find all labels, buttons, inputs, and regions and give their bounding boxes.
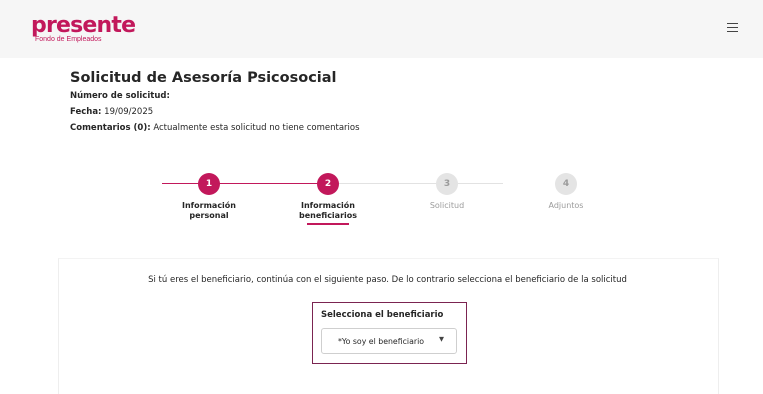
date-row: Fecha: 19/09/2025 — [70, 107, 153, 117]
brand-name: presente — [31, 13, 136, 38]
beneficiary-select-label: Selecciona el beneficiario — [321, 310, 444, 320]
page-title: Solicitud de Asesoría Psicosocial — [70, 70, 337, 86]
request-number-label: Número de solicitud: — [70, 91, 170, 101]
step-4-circle: 4 — [555, 173, 577, 195]
step-beneficiaries-info[interactable]: 2 Información beneficiarios — [268, 173, 388, 225]
brand-logo[interactable]: presente Fondo de Empleados — [31, 13, 136, 44]
comments-row: Comentarios (0): Actualmente esta solici… — [70, 123, 360, 133]
top-header: presente Fondo de Empleados — [0, 0, 763, 58]
step-1-circle: 1 — [198, 173, 220, 195]
date-label: Fecha: — [70, 107, 102, 117]
comments-value: Actualmente esta solicitud no tiene come… — [153, 123, 360, 133]
beneficiary-select[interactable]: *Yo soy el beneficiario ▼ — [321, 328, 457, 354]
beneficiary-select-value: *Yo soy el beneficiario — [338, 337, 425, 346]
step-request[interactable]: 3 Solicitud — [387, 173, 507, 211]
current-step-underline — [307, 223, 349, 225]
caret-down-icon: ▼ — [439, 335, 444, 343]
step-2-circle: 2 — [317, 173, 339, 195]
step-4-label: Adjuntos — [548, 201, 584, 210]
step-1-label: Información personal — [149, 201, 269, 221]
step-personal-info[interactable]: 1 Información personal — [149, 173, 269, 221]
step-2-label: Información beneficiarios — [268, 201, 388, 221]
step-1-label-line1: Información — [181, 201, 236, 210]
step-3-circle: 3 — [436, 173, 458, 195]
step-attachments[interactable]: 4 Adjuntos — [506, 173, 626, 211]
step-2-label-line1: Información — [300, 201, 355, 210]
beneficiary-instruction: Si tú eres el beneficiario, continúa con… — [148, 275, 627, 285]
step-2-label-line2: beneficiarios — [298, 211, 358, 220]
date-value: 19/09/2025 — [104, 107, 154, 117]
hamburger-menu-icon[interactable] — [727, 23, 738, 32]
beneficiary-select-group: Selecciona el beneficiario *Yo soy el be… — [312, 302, 467, 364]
step-3-label: Solicitud — [429, 201, 465, 210]
comments-label: Comentarios (0): — [70, 123, 151, 133]
step-1-label-line2: personal — [189, 211, 229, 220]
request-number-row: Número de solicitud: — [70, 91, 170, 101]
